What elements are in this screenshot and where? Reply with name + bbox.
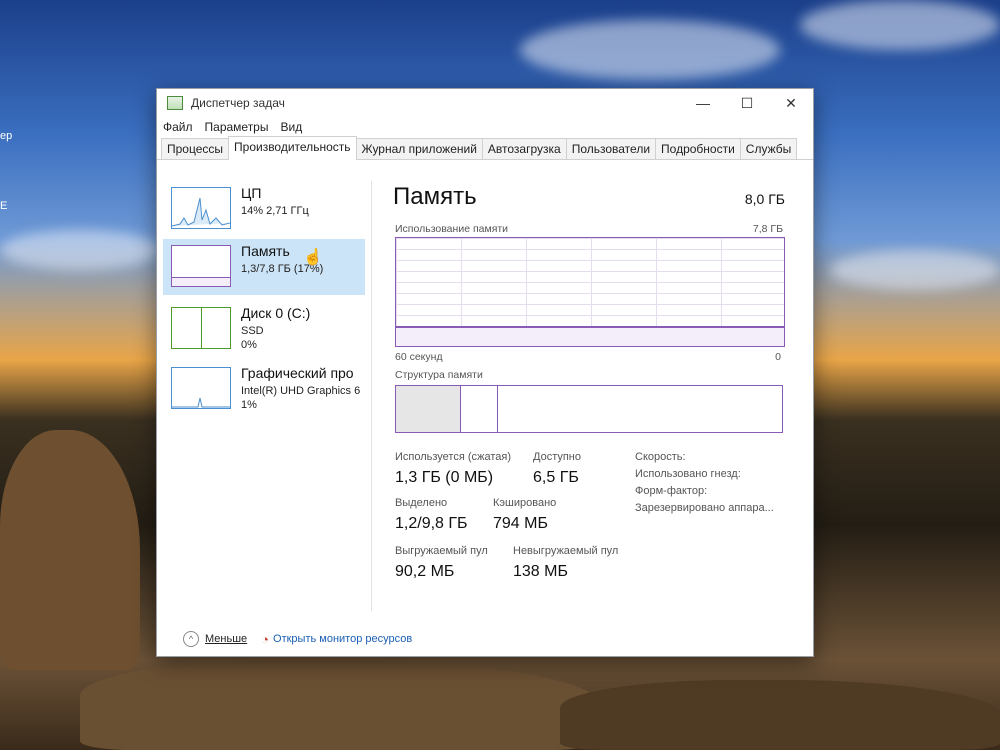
tab-services[interactable]: Службы [739,138,798,159]
maximize-button[interactable]: ☐ [725,89,769,117]
menu-file[interactable]: Файл [163,120,193,134]
desktop-icon-label: ер [0,130,13,142]
desktop-icon-label: Е [0,200,8,212]
graph-time-right: 0 [775,351,781,363]
task-manager-window: Диспетчер задач — ☐ ✕ Файл Параметры Вид… [156,88,814,657]
usage-graph-max: 7,8 ГБ [752,223,783,235]
task-manager-icon [167,96,183,110]
cpu-mini-graph [171,187,231,229]
tab-startup[interactable]: Автозагрузка [481,138,567,159]
sidebar-item-value: 0% [241,339,257,351]
title-bar[interactable]: Диспетчер задач — ☐ ✕ [157,89,813,117]
resource-monitor-icon: ◔ [261,631,270,647]
in-use-label: Используется (сжатая) [395,451,512,463]
cached-label: Кэшировано [493,497,557,509]
slots-label: Использовано гнезд: [635,468,741,480]
speed-label: Скорость: [635,451,686,463]
structure-modified [461,386,498,432]
reserved-label: Зарезервировано аппара... [635,502,774,514]
sidebar-item-memory[interactable]: Память 1,3/7,8 ГБ (17%) ☝ [163,239,365,295]
memory-usage-graph [395,237,785,347]
mouse-cursor-icon: ☝ [303,249,323,266]
fewer-details-link[interactable]: Меньше [205,633,247,645]
tab-users[interactable]: Пользователи [565,138,657,159]
sidebar-item-title: Графический про [241,365,354,381]
menu-options[interactable]: Параметры [205,120,269,134]
in-use-value: 1,3 ГБ (0 МБ) [395,469,494,486]
structure-in-use [396,386,461,432]
form-factor-label: Форм-фактор: [635,485,708,497]
committed-value: 1,2/9,8 ГБ [395,515,468,532]
tab-bar: Процессы Производительность Журнал прило… [157,136,813,160]
structure-label: Структура памяти [395,369,483,381]
paged-pool-label: Выгружаемый пул [395,545,488,557]
sidebar-item-title: Память [241,243,290,259]
paged-pool-value: 90,2 МБ [395,563,455,580]
memory-panel: Память 8,0 ГБ Использование памяти 7,8 Г… [393,181,793,611]
open-resource-monitor-link[interactable]: Открыть монитор ресурсов [273,633,412,645]
sidebar-item-cpu[interactable]: ЦП 14% 2,71 ГГц [163,181,365,237]
footer: ^ Меньше ◔ Открыть монитор ресурсов [157,622,813,656]
structure-free [498,386,782,432]
disk-mini-graph [171,307,231,349]
tab-app-history[interactable]: Журнал приложений [355,138,483,159]
nonpaged-pool-label: Невыгружаемый пул [513,545,619,557]
sidebar-item-title: Диск 0 (C:) [241,305,311,321]
window-title: Диспетчер задач [191,96,285,110]
chevron-up-icon[interactable]: ^ [183,631,199,647]
menu-view[interactable]: Вид [280,120,302,134]
available-label: Доступно [533,451,582,463]
memory-usage-fill [396,325,784,346]
memory-mini-graph [171,245,231,287]
sidebar-item-title: ЦП [241,185,262,201]
close-button[interactable]: ✕ [769,89,813,117]
sidebar-item-gpu[interactable]: Графический про Intel(R) UHD Graphics 6 … [163,361,371,417]
available-value: 6,5 ГБ [533,469,579,486]
menu-bar: Файл Параметры Вид [157,117,813,137]
sidebar-item-subtitle: SSD [241,325,264,337]
gpu-mini-graph [171,367,231,409]
sidebar-item-disk[interactable]: Диск 0 (C:) SSD 0% [163,301,365,357]
sidebar-item-value: 1% [241,399,257,411]
usage-graph-label: Использование памяти [395,223,509,235]
cached-value: 794 МБ [493,515,548,532]
minimize-button[interactable]: — [681,89,725,117]
graph-time-left: 60 секунд [395,351,443,363]
memory-structure-bar [395,385,783,433]
sidebar-item-subtitle: Intel(R) UHD Graphics 6 [241,385,361,397]
memory-total: 8,0 ГБ [744,191,785,207]
nonpaged-pool-value: 138 МБ [513,563,568,580]
tab-performance[interactable]: Производительность [228,136,357,160]
tab-details[interactable]: Подробности [655,138,741,159]
tab-processes[interactable]: Процессы [161,138,230,159]
performance-sidebar: ЦП 14% 2,71 ГГц Память 1,3/7,8 ГБ (17%) … [157,181,372,611]
committed-label: Выделено [395,497,448,509]
memory-title: Память [393,183,477,210]
sidebar-item-subtitle: 14% 2,71 ГГц [241,205,309,217]
